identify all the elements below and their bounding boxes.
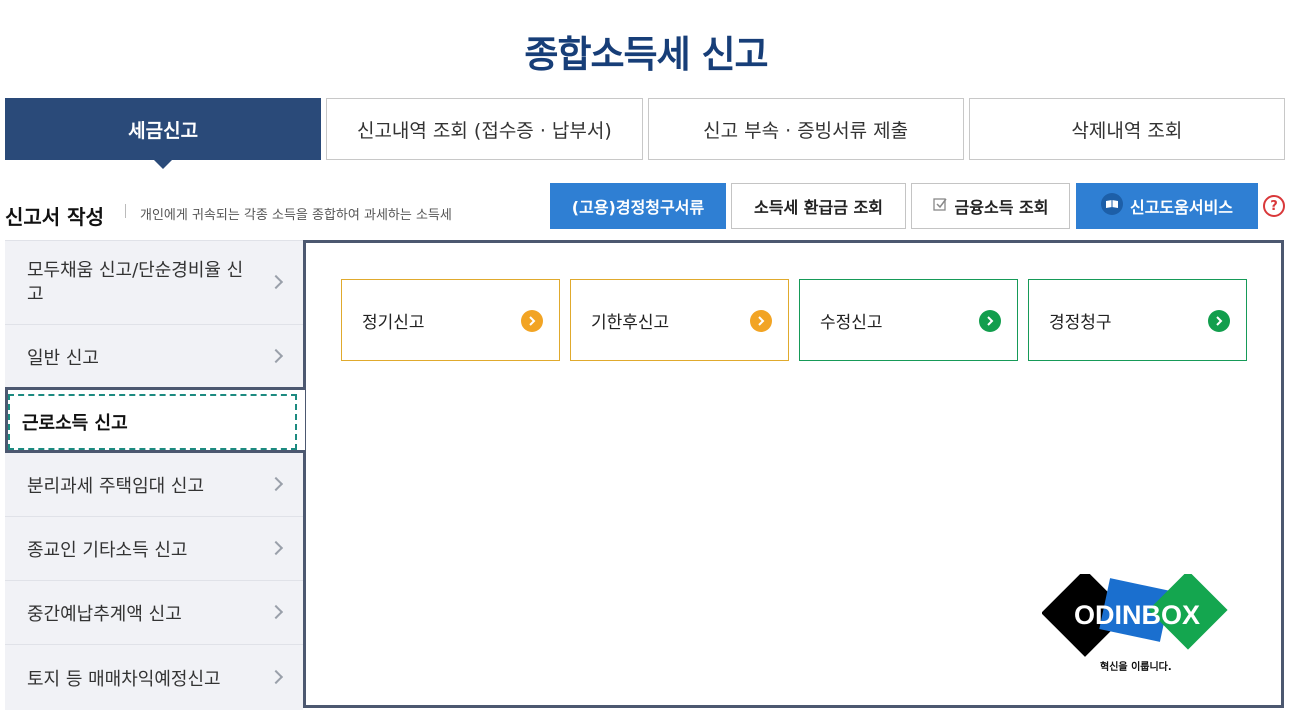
- card-correction-claim[interactable]: 경정청구: [1028, 279, 1247, 361]
- tab-submit-documents[interactable]: 신고 부속 · 증빙서류 제출: [647, 98, 964, 160]
- tab-tax-filing[interactable]: 세금신고: [5, 98, 322, 169]
- chevron-right-icon: [268, 274, 284, 289]
- sidebar-item-prefilled[interactable]: 모두채움 신고/단순경비율 신고: [5, 240, 303, 324]
- arrow-right-icon: [979, 310, 1001, 332]
- sidebar-item-label: 종교인 기타소득 신고: [27, 539, 188, 561]
- chevron-right-icon: [268, 540, 284, 555]
- sidebar-item-religious[interactable]: 종교인 기타소득 신고: [5, 516, 303, 580]
- tab-filing-history[interactable]: 신고내역 조회 (접수증 · 납부서): [326, 98, 643, 160]
- odinbox-logo: ODINBOX 혁신을 이룹니다.: [1041, 569, 1232, 674]
- sidebar-item-label: 모두채움 신고/단순경비율 신고: [27, 260, 244, 305]
- arrow-right-icon: [750, 310, 772, 332]
- sidebar: 모두채움 신고/단순경비율 신고 일반 신고 분리과세 주택임대 신고 종교인 …: [5, 240, 303, 710]
- financial-income-button[interactable]: 금융소득 조회: [911, 183, 1070, 229]
- card-label: 수정신고: [820, 312, 883, 333]
- sub-header: 신고서 작성 개인에게 귀속되는 각종 소득을 종합하여 과세하는 소득세 (고…: [5, 183, 1287, 229]
- section-title: 신고서 작성: [5, 205, 104, 229]
- card-late-filing[interactable]: 기한후신고: [570, 279, 789, 361]
- help-service-label: 신고도움서비스: [1129, 198, 1234, 217]
- sidebar-item-label: 일반 신고: [27, 347, 99, 369]
- page-title: 종합소득세 신고: [524, 33, 768, 76]
- chevron-right-icon: [268, 476, 284, 491]
- sidebar-item-label: 근로소득 신고: [22, 413, 128, 434]
- sidebar-item-label: 중간예납추계액 신고: [27, 603, 182, 625]
- claim-documents-button[interactable]: (고용)경정청구서류: [550, 183, 726, 229]
- sidebar-item-land-sale[interactable]: 토지 등 매매차익예정신고: [5, 644, 303, 710]
- main-tabs: 세금신고 신고내역 조회 (접수증 · 납부서) 신고 부속 · 증빙서류 제출…: [5, 98, 1285, 169]
- arrow-right-icon: [1208, 310, 1230, 332]
- card-label: 기한후신고: [591, 312, 670, 333]
- section-description: 개인에게 귀속되는 각종 소득을 종합하여 과세하는 소득세: [140, 208, 452, 223]
- chevron-right-icon: [268, 348, 284, 363]
- chevron-right-icon: [268, 604, 284, 619]
- financial-income-label: 금융소득 조회: [954, 198, 1049, 217]
- chevron-right-icon: [268, 669, 284, 684]
- help-question-icon[interactable]: ?: [1263, 195, 1285, 217]
- sidebar-item-label: 토지 등 매매차익예정신고: [27, 668, 221, 690]
- sidebar-item-label: 분리과세 주택임대 신고: [27, 475, 205, 497]
- divider: [125, 204, 126, 218]
- sidebar-item-earned-income[interactable]: 근로소득 신고: [8, 394, 297, 450]
- logo-tagline: 혁신을 이룹니다.: [1100, 662, 1172, 673]
- checkbox-icon: [932, 197, 948, 216]
- card-label: 정기신고: [362, 312, 425, 333]
- card-label: 경정청구: [1049, 312, 1112, 333]
- book-icon: [1100, 193, 1123, 219]
- arrow-right-icon: [521, 310, 543, 332]
- card-regular-filing[interactable]: 정기신고: [341, 279, 560, 361]
- help-service-button[interactable]: 신고도움서비스: [1076, 183, 1258, 229]
- tab-deleted-history[interactable]: 삭제내역 조회: [968, 98, 1285, 160]
- logo-text: ODINBOX: [1073, 600, 1200, 630]
- refund-check-button[interactable]: 소득세 환급금 조회: [731, 183, 906, 229]
- refund-check-label: 소득세 환급금 조회: [754, 198, 883, 217]
- card-amended-filing[interactable]: 수정신고: [799, 279, 1018, 361]
- sidebar-item-interim[interactable]: 중간예납추계액 신고: [5, 580, 303, 644]
- sidebar-item-general[interactable]: 일반 신고: [5, 324, 303, 388]
- sidebar-item-separate-housing[interactable]: 분리과세 주택임대 신고: [5, 452, 303, 516]
- claim-documents-label: (고용)경정청구서류: [571, 198, 705, 217]
